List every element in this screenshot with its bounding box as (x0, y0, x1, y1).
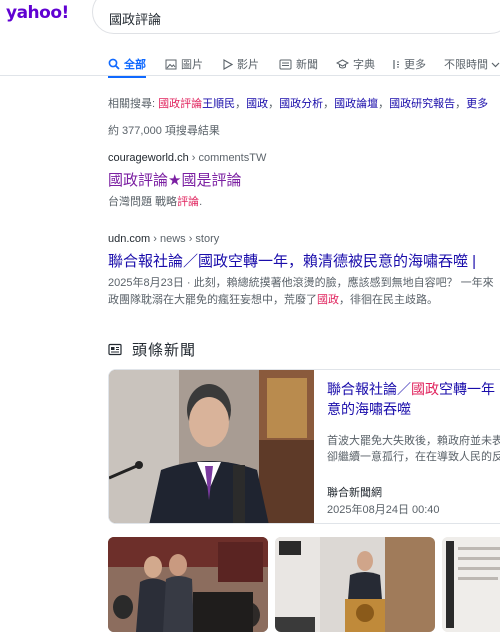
result-url[interactable]: udn.com › news › story (108, 233, 500, 245)
tab-news[interactable]: 新聞 (279, 53, 318, 75)
yahoo-logo[interactable]: yahoo! (6, 3, 69, 23)
news-source: 聯合新聞網 (327, 487, 382, 499)
related-link[interactable]: 更多 (466, 98, 488, 110)
related-text: 王順民 (202, 98, 236, 110)
search-result: udn.com › news › story 聯合報社論／國政空轉一年，賴清德被… (108, 233, 500, 309)
image-icon (165, 59, 177, 69)
snippet-text: 台灣問題 戰略 (108, 196, 178, 208)
result-title[interactable]: 國政評論★國是評論 (108, 169, 500, 190)
news-thumbnail[interactable] (442, 537, 500, 632)
related-searches: 相關搜尋: 國政評論王順民國政國政分析國政論壇國政研究報告更多 (108, 95, 500, 111)
snippet-line: 2025年8月23日 · 此刻，賴總統摸著他滾燙的臉，應該感到無地自容吧？ 一年… (108, 277, 494, 289)
title-text: 意的海嘯吞噬 (327, 401, 411, 417)
tab-label: 更多 (404, 59, 426, 71)
tab-videos[interactable]: 影片 (222, 53, 259, 75)
tab-label: 新聞 (296, 59, 318, 71)
related-link[interactable]: 國政分析 (279, 98, 334, 110)
search-box[interactable] (92, 0, 500, 34)
result-url[interactable]: courageworld.ch › commentsTW (108, 152, 500, 164)
news-thumbnail-image (108, 537, 268, 632)
snippet-highlight: 評論 (177, 196, 200, 208)
news-time: 2025年08月24日 00:40 (327, 504, 440, 516)
snippet-text: . (199, 196, 203, 208)
news-thumbnail-image (275, 537, 435, 632)
logo-bang: ! (61, 3, 70, 23)
result-count: 約 377,000 項搜尋結果 (108, 125, 220, 137)
vertical-tabs: 全部 圖片 影片 新聞 字典 更多 不限時間 (0, 50, 500, 78)
related-text: 國政 (246, 98, 269, 110)
search-icon (108, 58, 120, 70)
news-thumbnail-image (442, 537, 500, 632)
logo-text: yahoo (6, 3, 62, 23)
result-path: › news › story (150, 233, 220, 245)
result-snippet: 2025年8月23日 · 此刻，賴總統摸著他滾燙的臉，應該感到無地自容吧？ 一年… (108, 275, 500, 309)
newspaper-icon (108, 343, 122, 356)
snippet-text: ，徘徊在民主歧路。 (339, 294, 438, 306)
play-icon (223, 58, 233, 70)
related-link[interactable]: 國政論壇 (334, 98, 389, 110)
snippet-text: 政團隊耽溺在大罷免的瘋狂妄想中，荒廢了 (108, 294, 317, 306)
top-news-card[interactable]: 聯合報社論／國政空轉一年意的海嘯吞噬 首波大罷免大失敗後，賴政府並未表 卻繼續一… (108, 369, 500, 524)
title-text: 聯合報社論／ (327, 381, 411, 397)
top-news-header: 頭條新聞 (108, 339, 196, 360)
top-news-heading: 頭條新聞 (132, 342, 197, 359)
result-domain: courageworld.ch (108, 152, 189, 164)
search-result: courageworld.ch › commentsTW 國政評論★國是評論 台… (108, 152, 500, 211)
tab-label: 全部 (124, 59, 146, 71)
news-card-title[interactable]: 聯合報社論／國政空轉一年意的海嘯吞噬 (327, 379, 500, 419)
related-text: 國政論壇 (334, 98, 379, 110)
tab-label: 不限時間 (444, 59, 488, 71)
news-card-snippet: 首波大罷免大失敗後，賴政府並未表 卻繼續一意孤行，在在導致人民的反 (327, 433, 500, 465)
snippet-line: 政團隊耽溺在大罷免的瘋狂妄想中，荒廢了國政，徘徊在民主歧路。 (108, 292, 500, 309)
news-thumbnail[interactable] (108, 537, 268, 632)
search-input[interactable] (109, 7, 489, 29)
related-link[interactable]: 國政研究報告 (389, 98, 466, 110)
title-text: 空轉一年 (439, 381, 495, 397)
snippet-line: 首波大罷免大失敗後，賴政府並未表 (327, 435, 500, 447)
tab-images[interactable]: 圖片 (165, 53, 203, 75)
chevron-down-icon (491, 62, 500, 67)
tab-all[interactable]: 全部 (108, 53, 146, 78)
result-title[interactable]: 聯合報社論／國政空轉一年，賴清德被民意的海嘯吞噬 | (108, 250, 500, 271)
graduation-cap-icon (336, 58, 349, 68)
snippet-line: 卻繼續一意孤行，在在導致人民的反 (327, 451, 500, 463)
more-icon (393, 59, 399, 69)
news-icon (279, 59, 292, 69)
related-label: 相關搜尋: (108, 98, 156, 110)
news-photo-image (109, 370, 314, 523)
related-text: 國政分析 (279, 98, 324, 110)
result-snippet: 台灣問題 戰略評論. (108, 194, 500, 211)
related-highlight: 國政評論 (158, 98, 203, 110)
tab-label: 字典 (353, 59, 375, 71)
time-filter-dropdown[interactable]: 不限時間 (444, 53, 500, 75)
tab-more[interactable]: 更多 (392, 53, 426, 75)
title-highlight: 國政 (411, 381, 439, 397)
news-thumbnail[interactable] (275, 537, 435, 632)
tab-label: 影片 (237, 59, 259, 71)
news-photo[interactable] (109, 370, 314, 523)
tab-dictionary[interactable]: 字典 (336, 53, 375, 75)
header: yahoo! (0, 0, 500, 44)
related-text: 國政研究報告 (389, 98, 456, 110)
result-domain: udn.com (108, 233, 151, 245)
related-link[interactable]: 國政 (246, 98, 279, 110)
tab-label: 圖片 (181, 59, 203, 71)
related-text: 更多 (466, 98, 489, 110)
result-path: › commentsTW (188, 152, 267, 164)
related-link[interactable]: 國政評論王順民 (158, 98, 246, 110)
snippet-highlight: 國政 (317, 294, 339, 306)
